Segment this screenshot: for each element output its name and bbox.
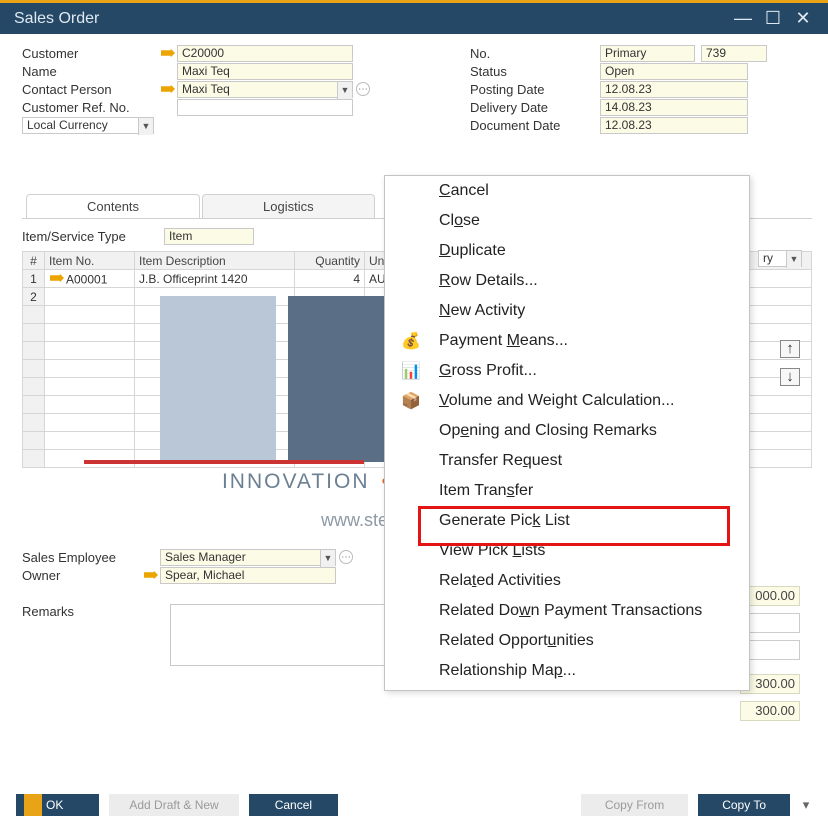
- context-menu-item[interactable]: 📦Volume and Weight Calculation...: [385, 386, 749, 416]
- context-menu-item[interactable]: Related Opportunities: [385, 626, 749, 656]
- chevron-down-icon[interactable]: ▼: [320, 550, 335, 567]
- contact-field[interactable]: Maxi Teq ▼: [177, 81, 353, 98]
- owner-label: Owner: [22, 568, 160, 583]
- salesemp-label: Sales Employee: [22, 550, 160, 565]
- link-arrow-icon[interactable]: [160, 46, 175, 61]
- context-menu-item[interactable]: Transfer Request: [385, 446, 749, 476]
- chevron-down-icon[interactable]: ▼: [786, 251, 801, 268]
- chevron-down-icon[interactable]: ▼: [337, 82, 352, 99]
- tab-contents[interactable]: Contents: [26, 194, 200, 218]
- chevron-down-icon[interactable]: ▾: [800, 797, 812, 813]
- context-menu-item[interactable]: Generate Pick List: [385, 506, 749, 536]
- currency-field[interactable]: Local Currency ▼: [22, 117, 154, 134]
- window-title: Sales Order: [14, 10, 728, 28]
- minimize-icon[interactable]: —: [728, 6, 758, 32]
- profit-icon: 📊: [401, 361, 421, 381]
- document-header-block: No. Primary 739 Status Open Posting Date…: [470, 44, 767, 134]
- no-type-field[interactable]: Primary: [600, 45, 695, 62]
- col-itemno[interactable]: Item No.: [45, 252, 135, 270]
- remarks-label: Remarks: [22, 604, 160, 619]
- posting-date-field[interactable]: 12.08.23: [600, 81, 748, 98]
- document-date-field[interactable]: 12.08.23: [600, 117, 748, 134]
- copy-from-button[interactable]: Copy From: [581, 794, 688, 816]
- salesemp-field[interactable]: Sales Manager ▼: [160, 549, 336, 566]
- status-field: Open: [600, 63, 748, 80]
- no-label: No.: [470, 46, 600, 61]
- link-arrow-icon[interactable]: [160, 82, 175, 97]
- context-menu-item[interactable]: View Pick Lists: [385, 536, 749, 566]
- payment-icon: 💰: [401, 331, 421, 351]
- context-menu-item[interactable]: 📊Gross Profit...: [385, 356, 749, 386]
- ok-button[interactable]: OK: [16, 794, 99, 816]
- link-arrow-icon[interactable]: [49, 271, 64, 286]
- context-menu-item[interactable]: Cancel: [385, 176, 749, 206]
- posting-date-label: Posting Date: [470, 82, 600, 97]
- scroll-down-button[interactable]: ↓: [780, 368, 800, 386]
- delivery-date-label: Delivery Date: [470, 100, 600, 115]
- salesemp-details-icon[interactable]: ⋯: [339, 550, 353, 564]
- document-date-label: Document Date: [470, 118, 600, 133]
- titlebar: Sales Order — ☐ ✕: [0, 0, 828, 34]
- col-qty[interactable]: Quantity: [295, 252, 365, 270]
- remarks-textarea[interactable]: [170, 604, 400, 666]
- customer-label: Customer: [22, 46, 160, 61]
- context-menu-item[interactable]: Related Activities: [385, 566, 749, 596]
- context-menu-item[interactable]: New Activity: [385, 296, 749, 326]
- link-arrow-icon[interactable]: [143, 568, 158, 583]
- context-menu-item[interactable]: Item Transfer: [385, 476, 749, 506]
- summary-type-field[interactable]: ry ▼: [758, 250, 802, 267]
- custref-label: Customer Ref. No.: [22, 100, 160, 115]
- volume-icon: 📦: [401, 391, 421, 411]
- no-value-field[interactable]: 739: [701, 45, 767, 62]
- maximize-icon[interactable]: ☐: [758, 6, 788, 32]
- add-draft-button[interactable]: Add Draft & New: [109, 794, 238, 816]
- button-bar: OK Add Draft & New Cancel Copy From Copy…: [16, 794, 812, 816]
- context-menu-item[interactable]: Relationship Map...: [385, 656, 749, 686]
- owner-field[interactable]: Spear, Michael: [160, 567, 336, 584]
- contact-details-icon[interactable]: ⋯: [356, 82, 370, 96]
- close-icon[interactable]: ✕: [788, 6, 818, 32]
- itemservice-label: Item/Service Type: [22, 229, 160, 244]
- name-label: Name: [22, 64, 160, 79]
- chevron-down-icon[interactable]: ▼: [138, 118, 153, 135]
- context-menu-item[interactable]: Related Down Payment Transactions: [385, 596, 749, 626]
- context-menu-item[interactable]: 💰Payment Means...: [385, 326, 749, 356]
- customer-block: Customer C20000 Name Maxi Teq Contact Pe…: [22, 44, 370, 134]
- context-menu-item[interactable]: Duplicate: [385, 236, 749, 266]
- scroll-up-button[interactable]: ↑: [780, 340, 800, 358]
- custref-field[interactable]: [177, 99, 353, 116]
- context-menu-item[interactable]: Opening and Closing Remarks: [385, 416, 749, 446]
- col-desc[interactable]: Item Description: [135, 252, 295, 270]
- context-menu-item[interactable]: Close: [385, 206, 749, 236]
- delivery-date-field[interactable]: 14.08.23: [600, 99, 748, 116]
- status-label: Status: [470, 64, 600, 79]
- col-hash[interactable]: #: [23, 252, 45, 270]
- itemservice-field[interactable]: Item: [164, 228, 254, 245]
- customer-field[interactable]: C20000: [177, 45, 353, 62]
- contact-label: Contact Person: [22, 82, 160, 97]
- context-menu: CancelCloseDuplicateRow Details...New Ac…: [384, 175, 750, 691]
- copy-to-button[interactable]: Copy To: [698, 794, 790, 816]
- tab-logistics[interactable]: Logistics: [202, 194, 375, 218]
- context-menu-item[interactable]: Row Details...: [385, 266, 749, 296]
- name-field[interactable]: Maxi Teq: [177, 63, 353, 80]
- cancel-button[interactable]: Cancel: [249, 794, 338, 816]
